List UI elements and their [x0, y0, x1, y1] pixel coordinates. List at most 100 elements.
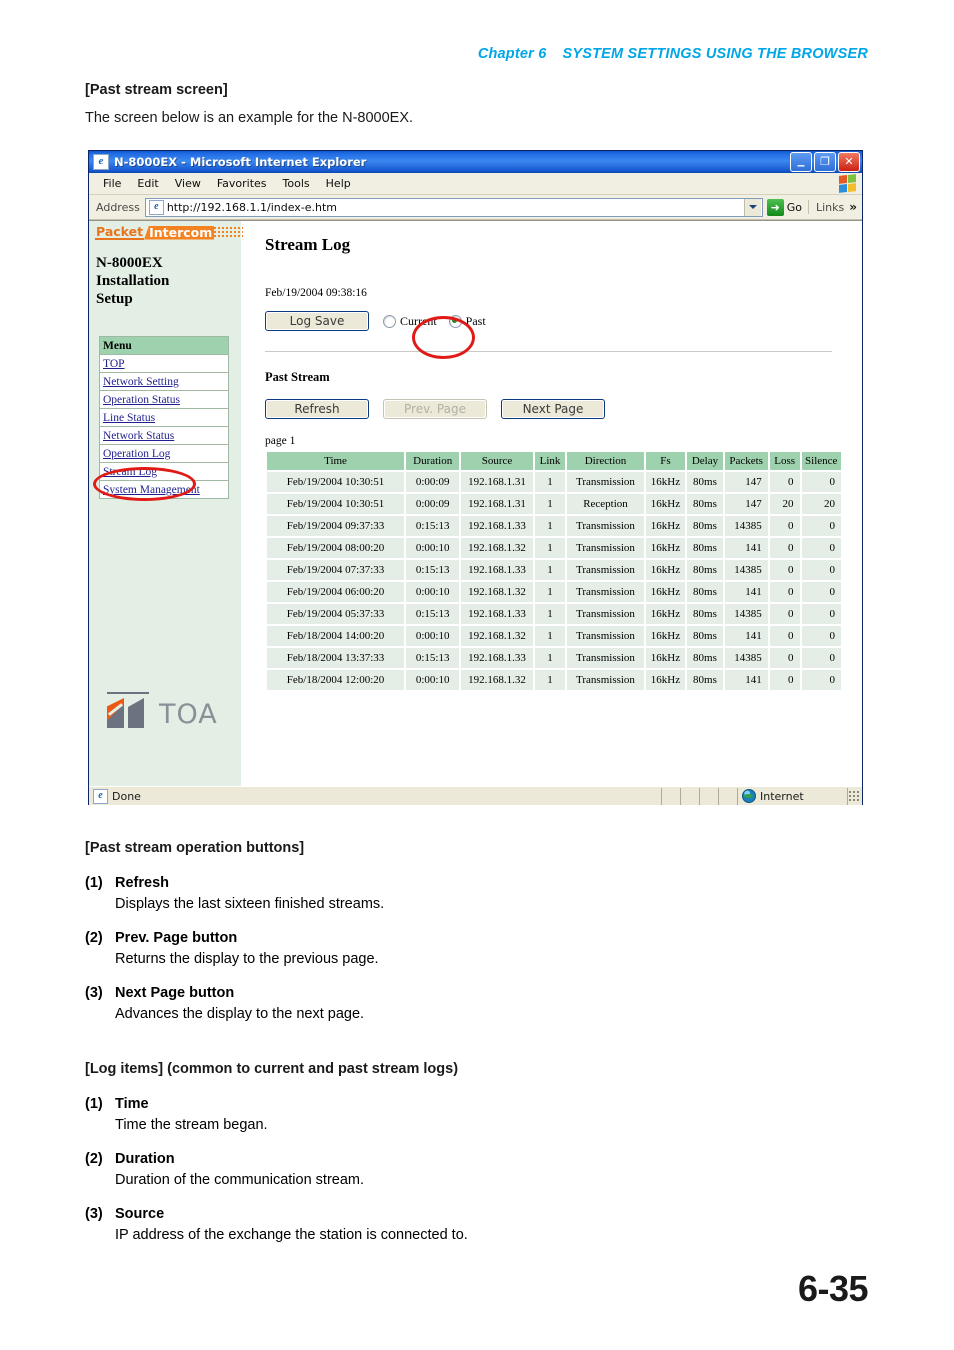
- cell-duration: 0:00:10: [406, 582, 460, 602]
- logo-word-intercom: Intercom: [144, 225, 215, 240]
- radio-current-icon[interactable]: [383, 314, 396, 328]
- log-items-heading: [Log items] (common to current and past …: [85, 1061, 458, 1077]
- note-number: (1): [85, 875, 103, 891]
- cell-direction: Transmission: [567, 604, 644, 624]
- note-description: Time the stream began.: [115, 1117, 268, 1133]
- column-header-delay: Delay: [687, 452, 723, 470]
- past-stream-buttons-heading: [Past stream operation buttons]: [85, 840, 305, 856]
- sidebar-item-label[interactable]: Network Status: [103, 430, 174, 442]
- globe-icon: [742, 789, 756, 803]
- sidebar-item-label[interactable]: Network Setting: [103, 376, 179, 388]
- cell-silence: 0: [801, 516, 841, 536]
- cell-source: 192.168.1.31: [461, 494, 533, 514]
- cell-fs: 16kHz: [645, 626, 686, 646]
- note-number: (2): [85, 1151, 103, 1167]
- double-chevron-icon[interactable]: »: [849, 200, 857, 214]
- column-header-direction: Direction: [567, 452, 644, 470]
- column-header-duration: Duration: [406, 452, 460, 470]
- menu-file[interactable]: File: [95, 175, 129, 192]
- cell-loss: 20: [769, 494, 800, 514]
- stream-log-table: Time Duration Source Link Direction Fs D…: [265, 450, 843, 692]
- cell-duration: 0:00:09: [406, 472, 460, 492]
- address-input[interactable]: http://192.168.1.1/index-e.htm: [144, 197, 763, 217]
- log-save-button[interactable]: Log Save: [265, 311, 369, 331]
- sidebar-item-stream-log[interactable]: Stream Log: [99, 462, 229, 481]
- close-button[interactable]: ✕: [838, 152, 860, 172]
- sidebar-item-label[interactable]: Line Status: [103, 412, 155, 424]
- radio-current[interactable]: Current: [383, 314, 437, 329]
- radio-past-label: Past: [465, 313, 486, 328]
- cell-loss: 0: [769, 538, 800, 558]
- next-page-button[interactable]: Next Page: [501, 399, 605, 419]
- cell-silence: 0: [801, 560, 841, 580]
- cell-source: 192.168.1.33: [461, 516, 533, 536]
- sidebar-item-label[interactable]: Operation Log: [103, 448, 170, 460]
- status-message: Done: [89, 787, 662, 805]
- minimize-button[interactable]: _: [790, 152, 812, 172]
- maximize-button[interactable]: ❐: [814, 152, 836, 172]
- refresh-button[interactable]: Refresh: [265, 399, 369, 419]
- section-heading: [Past stream screen]: [85, 82, 228, 98]
- note-term: Next Page button: [115, 985, 235, 1001]
- cell-direction: Transmission: [567, 626, 644, 646]
- status-text: Done: [112, 789, 141, 803]
- prev-page-button: Prev. Page: [383, 399, 487, 419]
- cell-packets: 14385: [724, 560, 768, 580]
- sidebar-item-label[interactable]: Operation Status: [103, 394, 180, 406]
- sidebar-title: N-8000EX Installation Setup: [96, 254, 241, 308]
- menu-help[interactable]: Help: [318, 175, 359, 192]
- links-bar[interactable]: Links »: [807, 200, 859, 214]
- cell-delay: 80ms: [687, 670, 723, 690]
- chevron-down-icon[interactable]: [743, 198, 761, 216]
- status-pane-1: [662, 787, 681, 805]
- radio-past-icon[interactable]: [448, 314, 462, 328]
- go-button[interactable]: Go: [763, 198, 808, 216]
- logo-word-packet: Packet: [95, 224, 145, 240]
- log-items-heading-rest: (common to current and past stream logs): [163, 1061, 459, 1077]
- links-label: Links: [815, 200, 845, 214]
- cell-loss: 0: [769, 582, 800, 602]
- page-number: 6-35: [797, 1268, 869, 1309]
- menu-favorites[interactable]: Favorites: [209, 175, 275, 192]
- log-items-heading-bold: [Log items]: [85, 1061, 164, 1077]
- radio-current-label: Current: [400, 313, 437, 328]
- cell-duration: 0:00:10: [406, 626, 460, 646]
- sidebar-item-system-management[interactable]: System Management: [99, 480, 229, 499]
- cell-direction: Transmission: [567, 472, 644, 492]
- menu-edit[interactable]: Edit: [129, 175, 166, 192]
- logo-dots-decoration: [213, 226, 246, 239]
- cell-delay: 80ms: [687, 494, 723, 514]
- menu-tools[interactable]: Tools: [275, 175, 318, 192]
- cell-silence: 0: [801, 604, 841, 624]
- browser-titlebar: N-8000EX - Microsoft Internet Explorer _…: [89, 151, 862, 173]
- sidebar-item-network-status[interactable]: Network Status: [99, 426, 229, 445]
- cell-fs: 16kHz: [645, 516, 686, 536]
- cell-direction: Transmission: [567, 670, 644, 690]
- internet-explorer-icon: [93, 788, 108, 804]
- page-running-header: Chapter 6 SYSTEM SETTINGS USING THE BROWS…: [478, 46, 868, 62]
- sidebar: Packet Intercom N-8000EX Installation Se…: [89, 221, 246, 786]
- sidebar-item-network-setting[interactable]: Network Setting: [99, 372, 229, 391]
- resize-grip-icon[interactable]: [848, 790, 860, 802]
- cell-packets: 14385: [724, 604, 768, 624]
- note-number: (2): [85, 930, 103, 946]
- menu-view[interactable]: View: [167, 175, 209, 192]
- sidebar-item-label[interactable]: System Management: [103, 484, 200, 496]
- cell-duration: 0:00:10: [406, 670, 460, 690]
- address-label: Address: [96, 200, 140, 214]
- sidebar-item-operation-log[interactable]: Operation Log: [99, 444, 229, 463]
- chapter-title: SYSTEM SETTINGS USING THE BROWSER: [562, 46, 868, 62]
- sidebar-item-operation-status[interactable]: Operation Status: [99, 390, 229, 409]
- sidebar-item-label[interactable]: Stream Log: [103, 466, 157, 478]
- cell-direction: Transmission: [567, 538, 644, 558]
- radio-past[interactable]: Past: [448, 313, 486, 329]
- sidebar-item-top[interactable]: TOP: [99, 354, 229, 373]
- cell-loss: 0: [769, 604, 800, 624]
- sidebar-item-label[interactable]: TOP: [103, 358, 125, 370]
- table-row: Feb/18/2004 14:00:20 0:00:10 192.168.1.3…: [267, 626, 841, 646]
- sidebar-item-line-status[interactable]: Line Status: [99, 408, 229, 427]
- note-description: Displays the last sixteen finished strea…: [115, 896, 385, 912]
- note-number: (3): [85, 1206, 103, 1222]
- cell-packets: 14385: [724, 648, 768, 668]
- cell-source: 192.168.1.32: [461, 670, 533, 690]
